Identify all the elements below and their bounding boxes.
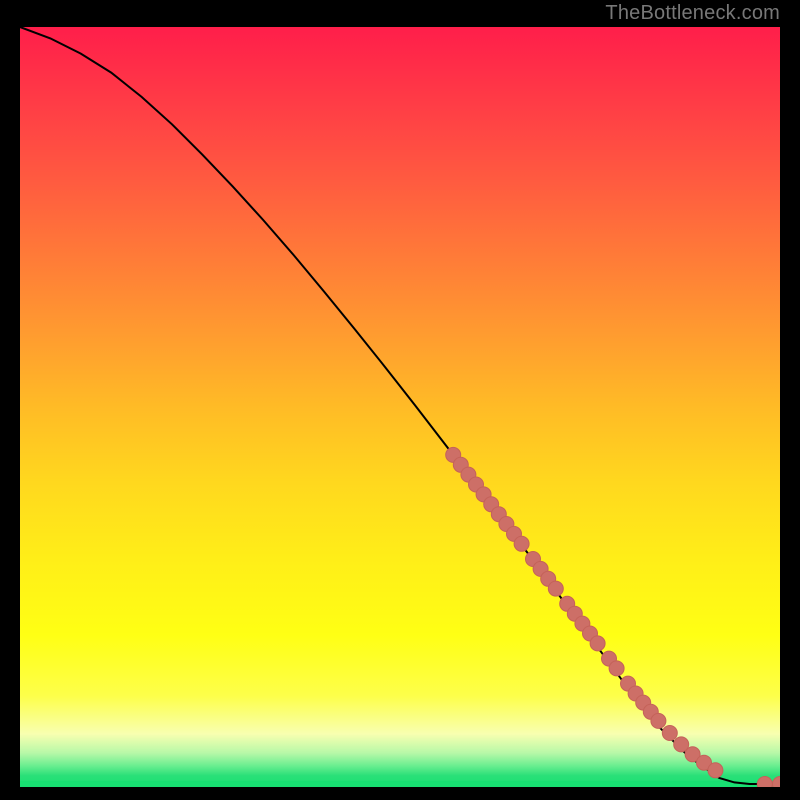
green-bottom-band [20, 781, 780, 787]
data-marker [757, 777, 772, 788]
data-marker [662, 726, 677, 741]
chart-stage: TheBottleneck.com [0, 0, 800, 800]
data-marker [514, 536, 529, 551]
data-marker [548, 581, 563, 596]
plot-svg [20, 27, 780, 787]
data-marker [651, 713, 666, 728]
data-marker [708, 763, 723, 778]
gradient-background [20, 27, 780, 787]
data-marker [609, 661, 624, 676]
plot-area [20, 27, 780, 787]
watermark-label: TheBottleneck.com [605, 2, 780, 25]
data-marker [590, 636, 605, 651]
